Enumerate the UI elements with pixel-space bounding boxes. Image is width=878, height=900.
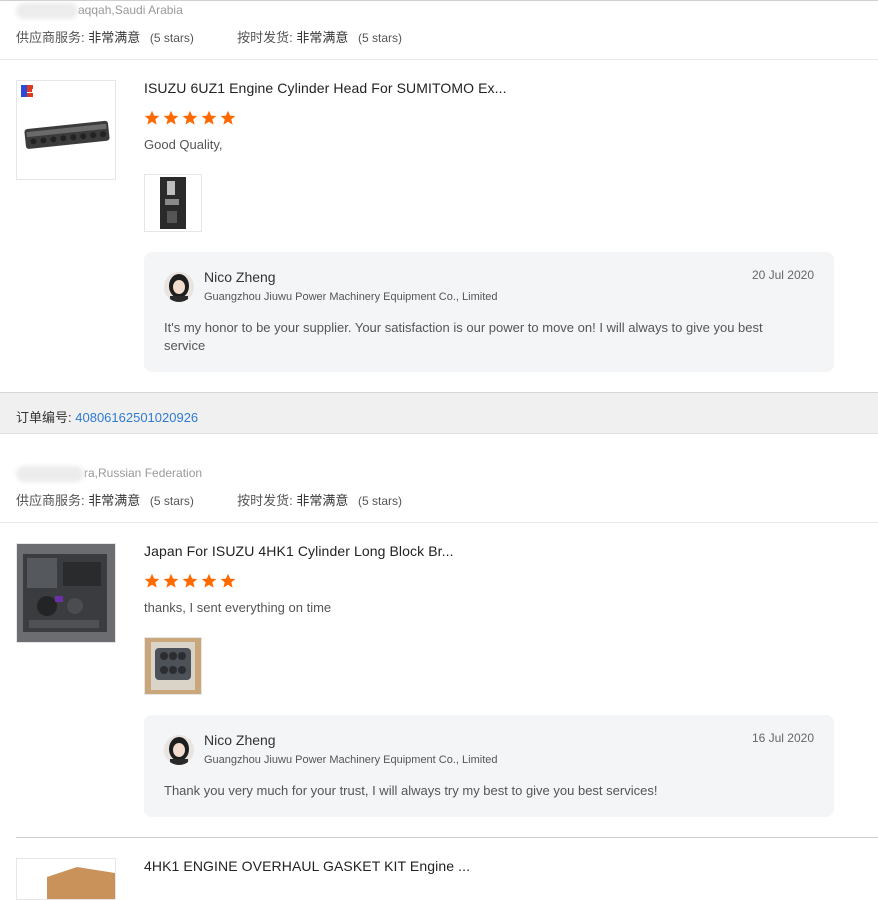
review-comment: thanks, I sent everything on time xyxy=(144,600,332,615)
star-icon xyxy=(182,110,198,125)
attachment-photo xyxy=(160,177,186,229)
star-icon xyxy=(163,110,179,125)
star-icon xyxy=(144,573,160,588)
divider xyxy=(0,522,878,523)
ontime-label: 按时发货: xyxy=(237,493,293,508)
star-icon xyxy=(163,573,179,588)
ratings-row: 供应商服务: 非常满意 (5 stars) 按时发货: 非常满意 (5 star… xyxy=(16,27,402,46)
supplier-reply: Nico Zheng Guangzhou Jiuwu Power Machine… xyxy=(144,252,834,372)
avatar xyxy=(164,735,194,765)
long-block-image xyxy=(17,544,115,642)
review-stars xyxy=(144,573,239,594)
divider xyxy=(16,837,878,838)
reply-date: 20 Jul 2020 xyxy=(751,268,814,282)
supplier-service-value: 非常满意 xyxy=(88,493,141,508)
product-thumbnail[interactable] xyxy=(16,80,116,180)
ontime-value: 非常满意 xyxy=(296,30,349,45)
star-icon xyxy=(201,573,217,588)
reply-text: It's my honor to be your supplier. Your … xyxy=(164,320,763,353)
review-attachment-image[interactable] xyxy=(144,637,202,695)
reply-text: Thank you very much for your trust, I wi… xyxy=(164,783,658,798)
supplier-service-label: 供应商服务: xyxy=(16,30,85,45)
gasket-kit-image xyxy=(17,859,115,899)
replier-company: Guangzhou Jiuwu Power Machinery Equipmen… xyxy=(204,754,498,766)
product-thumbnail[interactable] xyxy=(16,858,116,900)
product-title[interactable]: ISUZU 6UZ1 Engine Cylinder Head For SUMI… xyxy=(144,80,507,96)
supplier-service-stars: (5 stars) xyxy=(149,494,194,508)
attachment-photo xyxy=(145,638,201,694)
blurred-buyer-name xyxy=(16,3,78,19)
divider xyxy=(0,59,878,60)
replier-company: Guangzhou Jiuwu Power Machinery Equipmen… xyxy=(204,291,498,303)
blurred-buyer-name xyxy=(16,466,84,482)
star-icon xyxy=(182,573,198,588)
replier-name: Nico Zheng xyxy=(204,269,276,285)
cylinder-head-image xyxy=(21,85,110,149)
supplier-service-label: 供应商服务: xyxy=(16,493,85,508)
product-title[interactable]: 4HK1 ENGINE OVERHAUL GASKET KIT Engine .… xyxy=(144,858,470,874)
product-title[interactable]: Japan For ISUZU 4HK1 Cylinder Long Block… xyxy=(144,543,454,559)
ontime-stars: (5 stars) xyxy=(358,494,403,508)
buyer-location: ra,Russian Federation xyxy=(16,466,202,482)
star-icon xyxy=(144,110,160,125)
avatar xyxy=(164,272,194,302)
top-divider xyxy=(0,0,878,1)
order-number-link[interactable]: 40806162501020926 xyxy=(75,410,198,425)
ontime-label: 按时发货: xyxy=(237,30,293,45)
buyer-location: aqqah,Saudi Arabia xyxy=(16,3,183,19)
review-comment: Good Quality, xyxy=(144,137,223,152)
review-stars xyxy=(144,110,239,131)
review-attachment-image[interactable] xyxy=(144,174,202,232)
reply-date: 16 Jul 2020 xyxy=(751,731,814,745)
supplier-service-stars: (5 stars) xyxy=(149,31,194,45)
replier-name: Nico Zheng xyxy=(204,732,276,748)
ontime-value: 非常满意 xyxy=(296,493,349,508)
order-label: 订单编号: xyxy=(16,410,72,425)
order-number-row: 订单编号: 40806162501020926 xyxy=(16,407,198,426)
star-icon xyxy=(220,573,236,588)
ratings-row: 供应商服务: 非常满意 (5 stars) 按时发货: 非常满意 (5 star… xyxy=(16,490,402,509)
order-bar: 订单编号: 40806162501020926 xyxy=(0,392,878,434)
supplier-service-value: 非常满意 xyxy=(88,30,141,45)
supplier-reply: Nico Zheng Guangzhou Jiuwu Power Machine… xyxy=(144,715,834,817)
star-icon xyxy=(201,110,217,125)
product-thumbnail[interactable] xyxy=(16,543,116,643)
star-icon xyxy=(220,110,236,125)
ontime-stars: (5 stars) xyxy=(358,31,403,45)
